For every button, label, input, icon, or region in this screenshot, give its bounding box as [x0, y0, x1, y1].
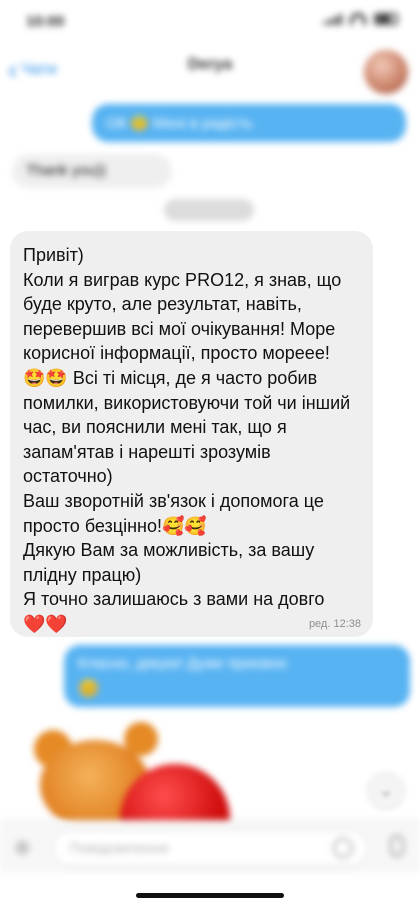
- scroll-down-button[interactable]: ⌄: [368, 772, 404, 808]
- home-indicator: [136, 893, 284, 898]
- date-separator: [164, 199, 254, 221]
- attach-icon[interactable]: ⊕: [14, 835, 38, 859]
- bear-heart-sticker[interactable]: [30, 722, 240, 844]
- chevron-down-icon: ⌄: [378, 779, 394, 800]
- message-edited-time: ред. 12:38: [308, 618, 361, 630]
- chat-header: ‹ Чати Derya: [0, 44, 420, 102]
- message-text: Класно, дякую! Дуже приємно: [78, 655, 288, 672]
- status-bar: 10:00: [0, 0, 420, 44]
- outgoing-message[interactable]: Класно, дякую! Дуже приємно 😊: [64, 645, 410, 707]
- avatar[interactable]: [364, 50, 408, 94]
- message-text: Thank you)): [26, 162, 107, 179]
- chat-title: Derya: [187, 56, 233, 73]
- message-emoji: 😊: [78, 679, 100, 698]
- message-field[interactable]: [52, 830, 368, 866]
- incoming-message[interactable]: Thank you)): [12, 154, 172, 188]
- sticker-icon[interactable]: [333, 838, 353, 858]
- battery-icon: [374, 13, 398, 25]
- wifi-icon: [350, 13, 366, 25]
- signal-icon: [324, 13, 342, 25]
- message-input-bar: ⊕: [0, 820, 420, 873]
- message-text: Привіт) Коли я виграв курс PRO12, я знав…: [23, 245, 351, 634]
- message-text: Ой 😇 Мені в радість: [106, 115, 253, 132]
- incoming-message-review[interactable]: Привіт) Коли я виграв курс PRO12, я знав…: [10, 231, 373, 637]
- status-icons: [324, 13, 398, 25]
- message-input[interactable]: [67, 831, 321, 865]
- status-time: 10:00: [26, 13, 65, 30]
- microphone-icon[interactable]: [390, 835, 404, 857]
- outgoing-message[interactable]: Ой 😇 Мені в радість: [92, 104, 406, 142]
